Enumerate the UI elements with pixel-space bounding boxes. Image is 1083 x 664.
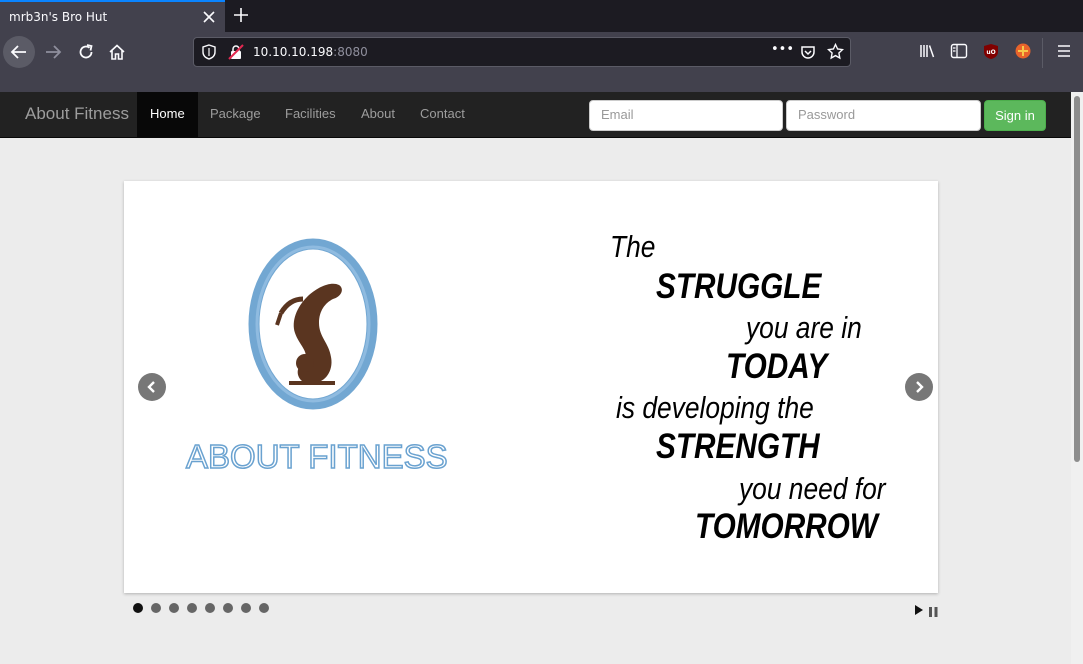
quote-line: TODAY — [726, 347, 828, 386]
reload-icon[interactable] — [70, 36, 102, 68]
quote-line: is developing the — [616, 390, 814, 425]
tab-strip: mrb3n's Bro Hut — [0, 0, 1083, 32]
carousel-slide: ABOUT FITNESS The STRUGGLE you are in TO… — [124, 181, 938, 593]
page-viewport: About Fitness Home Package Facilities Ab… — [0, 92, 1071, 664]
insecure-lock-icon[interactable] — [228, 44, 244, 64]
url-bar[interactable]: 10.10.10.198:8080 ••• — [193, 37, 851, 67]
back-icon[interactable] — [3, 36, 35, 68]
toolbar-divider — [1042, 38, 1043, 68]
carousel-prev-button[interactable] — [138, 373, 166, 401]
forward-icon[interactable] — [37, 36, 69, 68]
chevron-left-icon — [147, 381, 155, 393]
chevron-right-icon — [916, 381, 924, 393]
home-icon[interactable] — [101, 36, 133, 68]
sidebar-icon[interactable] — [949, 41, 969, 61]
quote-line: TOMORROW — [695, 507, 878, 546]
quote-line: STRENGTH — [656, 427, 820, 466]
hamburger-menu-icon[interactable] — [1054, 41, 1074, 61]
quote-line: STRUGGLE — [656, 267, 822, 306]
carousel-dot[interactable] — [169, 603, 179, 613]
carousel-dot[interactable] — [241, 603, 251, 613]
site-brand[interactable]: About Fitness — [25, 104, 129, 124]
page-actions-icon[interactable]: ••• — [771, 42, 794, 57]
email-field[interactable]: Email — [589, 100, 783, 131]
pocket-icon[interactable] — [800, 44, 816, 64]
page-scrollbar[interactable] — [1071, 92, 1083, 664]
nav-about[interactable]: About — [348, 92, 408, 138]
carousel-dot[interactable] — [259, 603, 269, 613]
carousel-next-button[interactable] — [905, 373, 933, 401]
carousel-dot[interactable] — [187, 603, 197, 613]
url-text: 10.10.10.198:8080 — [253, 45, 368, 59]
close-tab-icon[interactable] — [199, 7, 219, 27]
library-icon[interactable] — [918, 41, 938, 61]
play-icon[interactable] — [914, 601, 924, 620]
carousel-dot[interactable] — [133, 603, 143, 613]
pause-icon[interactable] — [929, 602, 938, 621]
ublock-icon[interactable]: uO — [981, 41, 1001, 61]
tab-title: mrb3n's Bro Hut — [9, 10, 108, 24]
shield-icon[interactable] — [202, 44, 216, 64]
nav-home[interactable]: Home — [137, 92, 198, 138]
yoga-logo-image — [248, 238, 378, 410]
password-field[interactable]: Password — [786, 100, 981, 131]
nav-facilities[interactable]: Facilities — [272, 92, 349, 138]
carousel-dot[interactable] — [205, 603, 215, 613]
bookmark-star-icon[interactable] — [826, 42, 845, 64]
nav-contact[interactable]: Contact — [407, 92, 478, 138]
scrollbar-thumb[interactable] — [1074, 96, 1080, 462]
svg-text:uO: uO — [986, 49, 995, 56]
carousel-dot[interactable] — [223, 603, 233, 613]
carousel-dot[interactable] — [151, 603, 161, 613]
quote-line: you are in — [746, 310, 862, 345]
browser-toolbar: 10.10.10.198:8080 ••• uO — [0, 32, 1083, 92]
extension-icon[interactable] — [1013, 41, 1033, 61]
logo-text: ABOUT FITNESS — [185, 437, 448, 476]
new-tab-icon[interactable] — [230, 4, 252, 26]
site-navbar: About Fitness Home Package Facilities Ab… — [0, 92, 1071, 138]
browser-tab[interactable]: mrb3n's Bro Hut — [0, 0, 225, 32]
signin-button[interactable]: Sign in — [984, 100, 1046, 131]
quote-line: The — [610, 229, 656, 264]
quote-line: you need for — [739, 471, 886, 506]
nav-package[interactable]: Package — [197, 92, 274, 138]
